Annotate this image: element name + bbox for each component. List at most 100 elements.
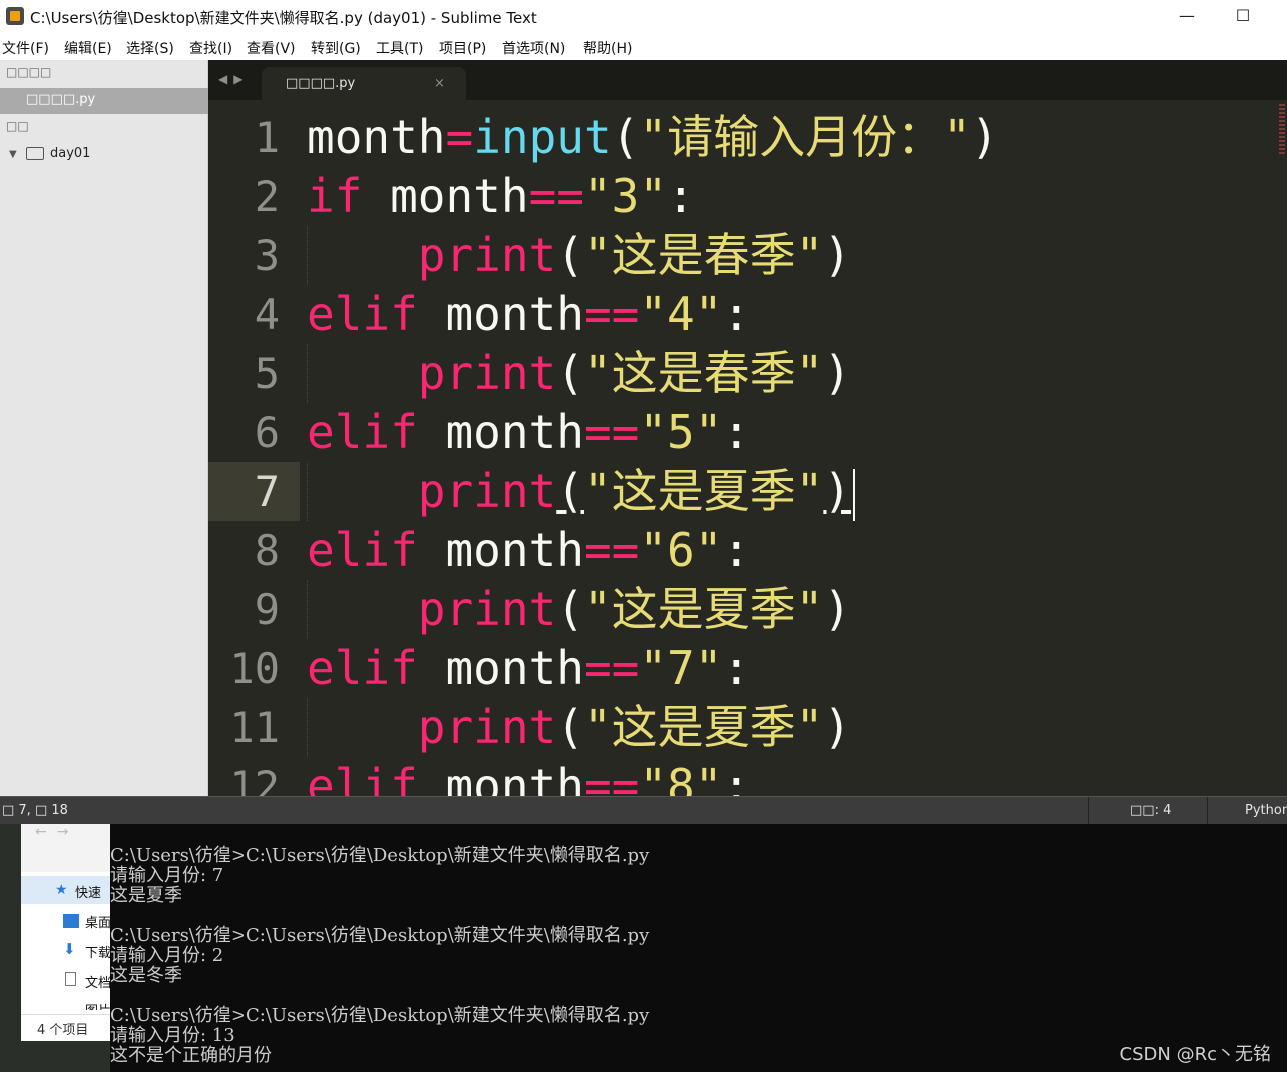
code-token: ( bbox=[556, 346, 584, 400]
status-bar: □ 7, □ 18 □□: 4 Python bbox=[0, 796, 1287, 825]
line-number: 2 bbox=[254, 172, 280, 221]
code-line: 5 print("这是春季") bbox=[208, 344, 1287, 403]
code-token: "3" bbox=[583, 169, 668, 223]
code-token: "4" bbox=[639, 287, 723, 341]
menu-view[interactable]: 查看(V) bbox=[247, 38, 296, 58]
open-file-item[interactable]: □□□□.py bbox=[0, 88, 208, 114]
console-line: 这是夏季 bbox=[110, 885, 182, 906]
code-token: ( bbox=[611, 110, 640, 164]
tab-label: □□□□.py bbox=[286, 76, 356, 91]
menu-edit[interactable]: 编辑(E) bbox=[64, 38, 112, 58]
menu-bar: 文件(F) 编辑(E) 选择(S) 查找(I) 查看(V) 转到(G) 工具(T… bbox=[0, 36, 1287, 60]
code-token: print bbox=[307, 464, 557, 518]
menu-preferences[interactable]: 首选项(N) bbox=[502, 38, 565, 58]
code-token: if bbox=[307, 169, 363, 223]
tab-size-indicator[interactable]: □□: 4 bbox=[1130, 803, 1171, 818]
code-token: ( bbox=[556, 228, 584, 282]
code-token: == bbox=[583, 523, 640, 577]
code-token: : bbox=[722, 759, 751, 796]
open-file-label: □□□□.py bbox=[26, 92, 96, 107]
code-token: "7" bbox=[639, 641, 723, 695]
code-token: "这是夏季" bbox=[583, 582, 824, 636]
sublime-text-icon bbox=[6, 7, 24, 25]
code-token: "这是春季" bbox=[583, 346, 824, 400]
menu-selection[interactable]: 选择(S) bbox=[126, 38, 174, 58]
cursor-position: □ 7, □ 18 bbox=[2, 803, 68, 818]
line-number: 8 bbox=[254, 526, 280, 575]
item-count: 4 个项目 bbox=[37, 1023, 89, 1038]
nav-downloads[interactable]: 下载 bbox=[85, 942, 111, 961]
console-line: 请输入月份: 13 bbox=[110, 1025, 235, 1046]
code-token: month bbox=[417, 523, 584, 577]
text-cursor bbox=[853, 468, 856, 521]
tab-close-icon[interactable]: × bbox=[434, 76, 445, 91]
line-number: 3 bbox=[254, 231, 280, 280]
explorer-toolbar: ←→ bbox=[21, 824, 110, 872]
editor[interactable]: ◀▶ □□□□.py × 1 month=input("请输入月份：") 2 i… bbox=[208, 60, 1287, 796]
menu-find[interactable]: 查找(I) bbox=[189, 38, 232, 58]
code-token: month bbox=[417, 759, 584, 796]
tab-file[interactable]: □□□□.py × bbox=[262, 67, 466, 101]
code-token: elif bbox=[307, 405, 418, 459]
disclosure-arrow-icon[interactable]: ▼ bbox=[9, 149, 17, 160]
line-number: 6 bbox=[254, 408, 280, 457]
code-token: elif bbox=[307, 523, 418, 577]
code-token: ( bbox=[556, 700, 584, 754]
console-line: C:\Users\彷徨>C:\Users\彷徨\Desktop\新建文件夹\懒得… bbox=[110, 925, 650, 946]
back-forward-icon[interactable]: ←→ bbox=[35, 824, 78, 840]
code-token: print bbox=[307, 582, 557, 636]
console-line: 这是冬季 bbox=[110, 965, 182, 986]
menu-project[interactable]: 项目(P) bbox=[439, 38, 486, 58]
tab-nav-arrows-icon[interactable]: ◀▶ bbox=[218, 72, 248, 86]
menu-tools[interactable]: 工具(T) bbox=[376, 38, 423, 58]
watermark: CSDN @Rc丶无铭 bbox=[1119, 1044, 1271, 1065]
code-token: "这是春季" bbox=[583, 228, 824, 282]
star-icon: ★ bbox=[55, 882, 68, 898]
download-icon: ⬇ bbox=[63, 940, 76, 958]
folder-day01[interactable]: day01 bbox=[50, 146, 90, 161]
nav-desktop[interactable]: 桌面 bbox=[85, 912, 111, 931]
menu-file[interactable]: 文件(F) bbox=[2, 38, 49, 58]
code-token: "6" bbox=[639, 523, 723, 577]
code-line: 8 elif month=="6": bbox=[208, 521, 1287, 580]
minimize-button[interactable]: — bbox=[1174, 4, 1200, 28]
nav-pictures[interactable]: 图片 bbox=[85, 1000, 111, 1010]
line-number: 10 bbox=[229, 644, 280, 693]
code-token: print bbox=[307, 228, 557, 282]
nav-quick-access[interactable]: 快速 bbox=[75, 882, 101, 901]
code-line: 9 print("这是夏季") bbox=[208, 580, 1287, 639]
code-token: elif bbox=[307, 287, 418, 341]
code-area[interactable]: 1 month=input("请输入月份：") 2 if month=="3":… bbox=[208, 108, 1287, 796]
console-window[interactable]: C:\Users\彷徨>C:\Users\彷徨\Desktop\新建文件夹\懒得… bbox=[110, 824, 1287, 1072]
code-token: elif bbox=[307, 641, 418, 695]
syntax-indicator[interactable]: Python bbox=[1245, 803, 1287, 818]
window-title: C:\Users\彷徨\Desktop\新建文件夹\懒得取名.py (day01… bbox=[30, 9, 537, 27]
title-bar: C:\Users\彷徨\Desktop\新建文件夹\懒得取名.py (day01… bbox=[0, 0, 1287, 34]
code-token: month bbox=[362, 169, 529, 223]
nav-documents[interactable]: 文档 bbox=[85, 972, 111, 991]
code-token: == bbox=[528, 169, 584, 223]
console-line: 请输入月份: 2 bbox=[110, 945, 224, 966]
code-token: month bbox=[417, 287, 584, 341]
code-token: : bbox=[722, 641, 751, 695]
code-line: 4 elif month=="4": bbox=[208, 285, 1287, 344]
code-token: ( bbox=[556, 582, 584, 636]
file-explorer-window[interactable]: ←→ ★ 快速 桌面 ⬇ 下载 文档 图片 4 个项目 bbox=[21, 824, 111, 1041]
code-token: month bbox=[417, 641, 584, 695]
code-token: ) bbox=[823, 346, 852, 400]
line-number: 4 bbox=[254, 290, 280, 339]
code-token: : bbox=[667, 169, 695, 223]
menu-help[interactable]: 帮助(H) bbox=[583, 38, 632, 58]
maximize-button[interactable]: ☐ bbox=[1230, 4, 1256, 28]
code-line: 1 month=input("请输入月份：") bbox=[208, 108, 1287, 167]
status-divider bbox=[1088, 797, 1089, 825]
line-number: 7 bbox=[208, 462, 300, 521]
code-token: == bbox=[583, 641, 640, 695]
menu-goto[interactable]: 转到(G) bbox=[311, 38, 361, 58]
folders-header: □□ bbox=[6, 119, 29, 133]
document-icon bbox=[65, 972, 76, 986]
sidebar: □□□□ □□□□.py □□ ▼ day01 bbox=[0, 60, 208, 796]
code-token: "请输入月份：" bbox=[639, 110, 971, 164]
line-number: 1 bbox=[254, 113, 280, 162]
code-token: "5" bbox=[639, 405, 723, 459]
